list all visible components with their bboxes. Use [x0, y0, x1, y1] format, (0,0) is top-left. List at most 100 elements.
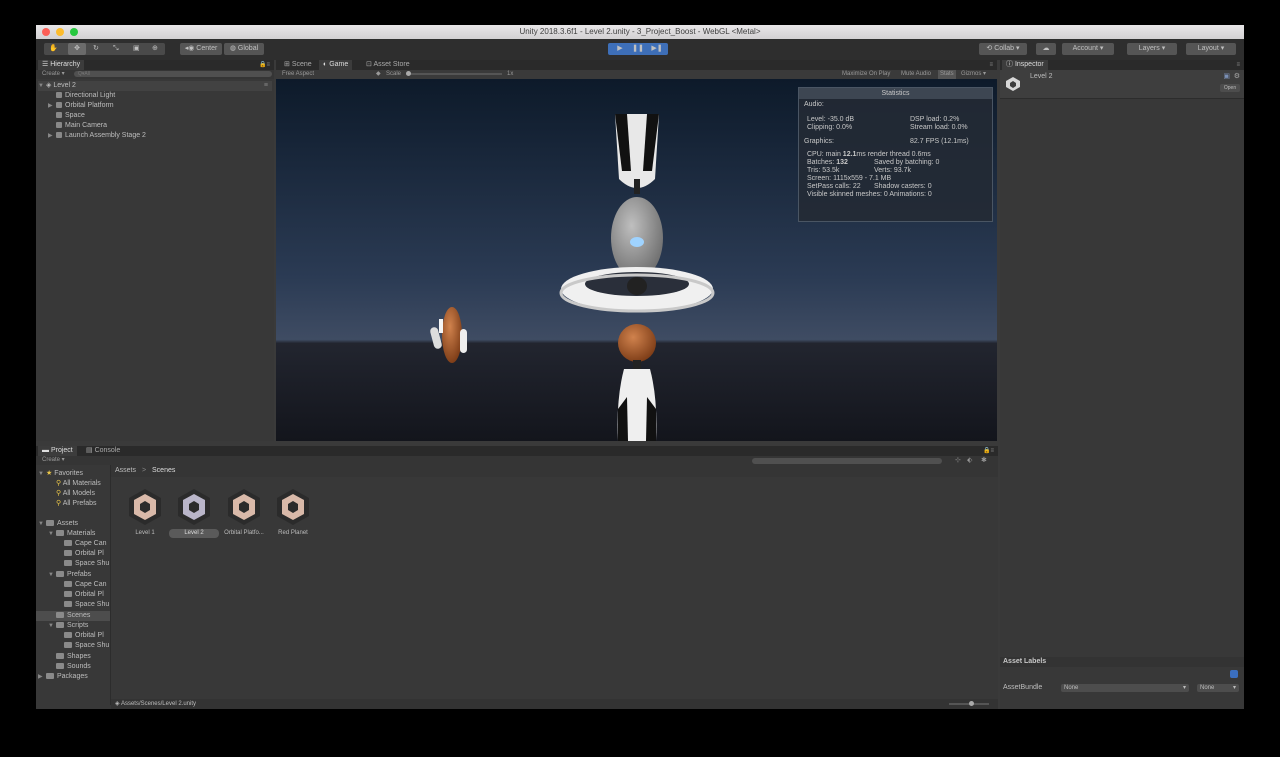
- expand-arrow-icon[interactable]: ▼: [48, 570, 56, 580]
- scale-slider[interactable]: [406, 73, 502, 75]
- panel-menu-icon[interactable]: 🔒≡: [983, 446, 994, 456]
- play-icon[interactable]: ▶: [612, 43, 628, 55]
- variant-dropdown[interactable]: None ▾: [1197, 684, 1239, 692]
- asset-item[interactable]: Level 1: [120, 487, 170, 539]
- project-create-button[interactable]: Create ▾: [42, 456, 65, 465]
- scale-tool-icon[interactable]: ⤡: [113, 43, 119, 55]
- hierarchy-item[interactable]: ▶ Launch Assembly Stage 2: [48, 131, 146, 141]
- tree-folder-selected[interactable]: Scenes: [36, 611, 110, 621]
- favorite-item[interactable]: ⚲ All Prefabs: [56, 499, 97, 509]
- info-icon: ⓘ: [1006, 61, 1015, 68]
- tree-folder[interactable]: Cape Can: [64, 539, 107, 549]
- hierarchy-item[interactable]: Directional Light: [56, 91, 115, 101]
- asset-item[interactable]: Level 2: [169, 487, 219, 539]
- layout-dropdown[interactable]: Layout ▾: [1186, 43, 1236, 55]
- expand-arrow-icon[interactable]: ▼: [48, 621, 56, 631]
- favorite-item[interactable]: ⚲ All Models: [56, 489, 95, 499]
- skinned-meshes-stat: Visible skinned meshes: 0 Animations: 0: [807, 191, 932, 198]
- breadcrumb-assets[interactable]: Assets: [115, 467, 136, 474]
- unity-scene-icon: [277, 489, 309, 525]
- gameobject-icon: [56, 132, 62, 138]
- tab-game[interactable]: ◐ Game: [319, 60, 353, 70]
- hierarchy-create-button[interactable]: Create ▾: [42, 70, 65, 79]
- maximize-on-play-toggle[interactable]: Maximize On Play: [842, 70, 890, 79]
- hierarchy-item[interactable]: Main Camera: [56, 121, 107, 131]
- minimize-window-button[interactable]: [56, 28, 64, 36]
- tree-folder[interactable]: Space Shu: [64, 641, 109, 651]
- rotate-tool-icon[interactable]: ↻: [93, 43, 99, 55]
- breadcrumb-current[interactable]: Scenes: [152, 467, 175, 474]
- filter-type-icon[interactable]: ⊹: [955, 456, 961, 464]
- expand-arrow-icon[interactable]: ▼: [38, 519, 46, 529]
- move-tool-icon[interactable]: ✥: [68, 43, 86, 55]
- tab-asset-store[interactable]: ⊡ Asset Store: [362, 60, 414, 70]
- expand-arrow-icon[interactable]: ▼: [38, 81, 46, 91]
- panel-menu-icon[interactable]: ≡: [989, 60, 993, 70]
- gizmos-dropdown[interactable]: Gizmos ▾: [961, 70, 986, 79]
- tree-folder[interactable]: Space Shu: [64, 600, 109, 610]
- tree-folder[interactable]: Shapes: [56, 652, 91, 662]
- favorite-star-icon[interactable]: ✱: [981, 456, 987, 464]
- pivot-global-button[interactable]: ◍ Global: [224, 43, 264, 55]
- panel-menu-icon[interactable]: 🔒≡: [259, 60, 270, 70]
- asset-item[interactable]: Red Planet: [268, 487, 318, 539]
- layers-dropdown[interactable]: Layers ▾: [1127, 43, 1177, 55]
- rect-tool-icon[interactable]: ▣: [133, 43, 140, 55]
- collapse-arrow-icon[interactable]: ▶: [48, 101, 56, 111]
- tab-console[interactable]: ▤ Console: [82, 446, 124, 456]
- gear-icon[interactable]: ⚙: [1234, 72, 1240, 80]
- collapse-arrow-icon[interactable]: ▶: [38, 672, 46, 682]
- cloud-button[interactable]: ☁: [1036, 43, 1056, 55]
- assetbundle-dropdown[interactable]: None ▾: [1061, 684, 1189, 692]
- hierarchy-item[interactable]: Space: [56, 111, 85, 121]
- help-icon[interactable]: ▣: [1223, 72, 1230, 80]
- close-window-button[interactable]: [42, 28, 50, 36]
- scene-menu-icon[interactable]: ≡: [264, 81, 268, 91]
- hand-tool-icon[interactable]: ✋: [49, 43, 58, 55]
- asset-item[interactable]: Orbital Platfo...: [219, 487, 269, 539]
- aspect-dropdown[interactable]: Free Aspect: [282, 70, 314, 79]
- aspect-arrow-icon[interactable]: ◆: [376, 70, 381, 79]
- open-button[interactable]: Open: [1220, 84, 1240, 92]
- tree-folder[interactable]: Cape Can: [64, 580, 107, 590]
- packages-row[interactable]: ▶ Packages: [38, 672, 88, 682]
- transform-tool-icon[interactable]: ⊕: [152, 43, 158, 55]
- tree-folder[interactable]: Orbital Pl: [64, 590, 104, 600]
- favorite-item[interactable]: ⚲ All Materials: [56, 479, 101, 489]
- account-dropdown[interactable]: Account ▾: [1062, 43, 1114, 55]
- step-icon[interactable]: ▶❚: [649, 43, 665, 55]
- tree-folder[interactable]: ▼ Prefabs: [48, 570, 91, 580]
- pivot-center-button[interactable]: ◂◉ Center: [180, 43, 222, 55]
- stats-toggle[interactable]: Stats: [938, 70, 956, 79]
- hierarchy-search-input[interactable]: [74, 71, 272, 77]
- folder-icon: [64, 591, 72, 597]
- tree-folder[interactable]: ▼ Scripts: [48, 621, 88, 631]
- tab-inspector[interactable]: ⓘ Inspector: [1002, 60, 1048, 70]
- assets-root-row[interactable]: ▼ Assets: [38, 519, 78, 529]
- tab-scene[interactable]: ⊞ Scene: [280, 60, 316, 70]
- tree-folder[interactable]: ▼ Materials: [48, 529, 95, 539]
- hierarchy-item[interactable]: ▶ Orbital Platform: [48, 101, 114, 111]
- favorites-row[interactable]: ▼ ★ Favorites: [38, 469, 83, 479]
- filter-label-icon[interactable]: ⬖: [967, 456, 972, 464]
- tree-folder[interactable]: Sounds: [56, 662, 91, 672]
- mute-audio-toggle[interactable]: Mute Audio: [901, 70, 931, 79]
- pause-icon[interactable]: ❚❚: [630, 43, 646, 55]
- tab-project[interactable]: ▬ Project: [38, 446, 77, 456]
- scene-root-row[interactable]: ▼ ◈ Level 2 ≡: [38, 81, 272, 91]
- tab-hierarchy[interactable]: ☰ Hierarchy: [38, 60, 85, 70]
- tree-folder[interactable]: Orbital Pl: [64, 549, 104, 559]
- project-search-input[interactable]: [752, 458, 942, 464]
- tree-folder[interactable]: Space Shu: [64, 559, 109, 569]
- expand-arrow-icon[interactable]: ▼: [38, 469, 46, 479]
- icon-size-slider-thumb[interactable]: [969, 701, 974, 706]
- expand-arrow-icon[interactable]: ▼: [48, 529, 56, 539]
- label-tag-icon[interactable]: [1230, 670, 1238, 678]
- scale-slider-thumb[interactable]: [406, 71, 411, 76]
- collab-dropdown[interactable]: ⟲ Collab ▾: [979, 43, 1027, 55]
- tree-folder[interactable]: Orbital Pl: [64, 631, 104, 641]
- dropdown-arrow-icon: ▾: [1232, 685, 1236, 691]
- panel-menu-icon[interactable]: ≡: [1236, 60, 1240, 70]
- zoom-window-button[interactable]: [70, 28, 78, 36]
- collapse-arrow-icon[interactable]: ▶: [48, 131, 56, 141]
